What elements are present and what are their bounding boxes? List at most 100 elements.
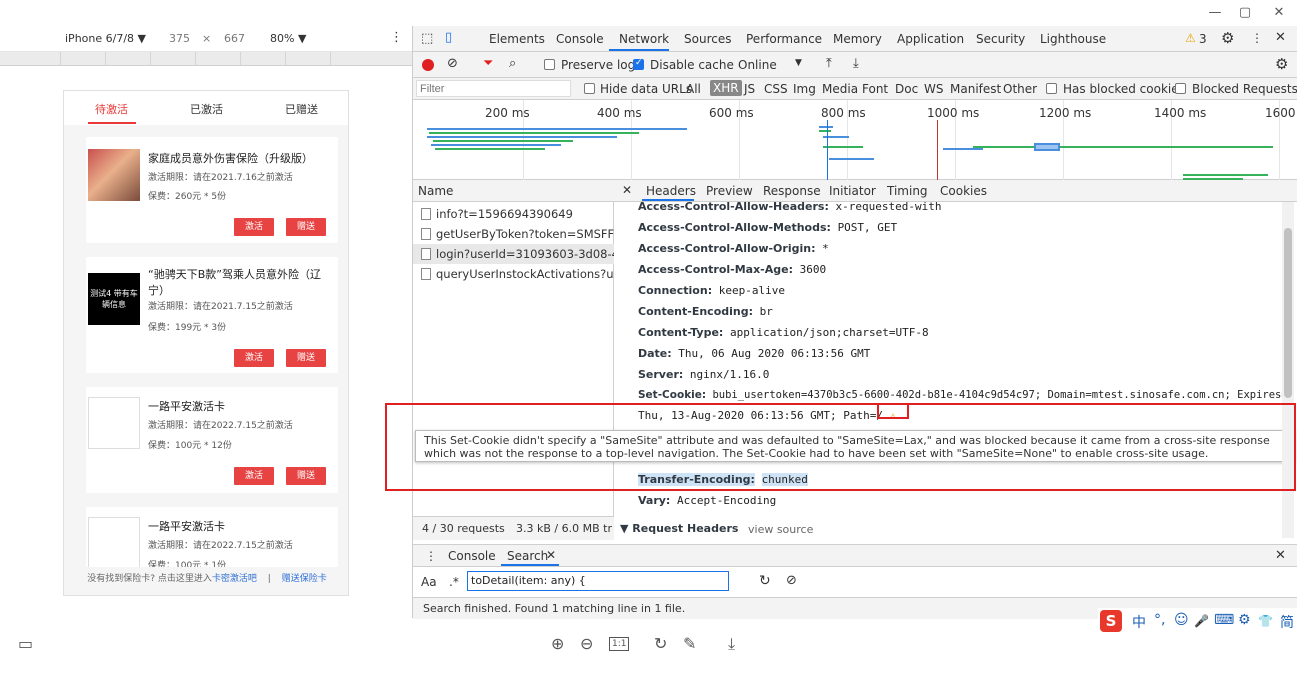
drawer-tab-search[interactable]: Search bbox=[507, 549, 548, 563]
warning-icon[interactable]: ⚠ bbox=[1185, 31, 1196, 45]
ime-chinese-mode[interactable]: 中 bbox=[1132, 612, 1146, 632]
tab-console[interactable]: Console bbox=[556, 32, 604, 46]
filter-all[interactable]: All bbox=[686, 82, 701, 96]
throttling-select[interactable]: Online bbox=[738, 58, 777, 72]
clear-search-icon[interactable]: ⊘ bbox=[786, 573, 797, 588]
settings-icon[interactable]: ⚙ bbox=[1221, 29, 1234, 47]
gift-button[interactable]: 赠送 bbox=[286, 467, 326, 485]
search-input[interactable]: toDetail(item: any) { bbox=[467, 571, 729, 591]
filter-img[interactable]: Img bbox=[793, 82, 816, 96]
tab-initiator[interactable]: Initiator bbox=[829, 184, 876, 198]
zoom-select[interactable]: 80% ▼ bbox=[270, 32, 306, 45]
tab-lighthouse[interactable]: Lighthouse bbox=[1040, 32, 1106, 46]
drawer-menu-icon[interactable]: ⋮ bbox=[425, 549, 437, 563]
request-headers-section[interactable]: ▼ Request Headers bbox=[620, 522, 738, 535]
layout-icon[interactable]: ▭ bbox=[18, 634, 33, 653]
close-drawer-icon[interactable]: ✕ bbox=[1275, 548, 1286, 563]
filter-css[interactable]: CSS bbox=[764, 82, 788, 96]
has-blocked-cookies-checkbox[interactable] bbox=[1046, 83, 1057, 94]
activate-button[interactable]: 激活 bbox=[234, 467, 274, 485]
export-icon[interactable]: ⤓ bbox=[853, 56, 859, 71]
ime-logo-icon[interactable]: S bbox=[1100, 610, 1122, 632]
tab-memory[interactable]: Memory bbox=[833, 32, 882, 46]
search-icon[interactable]: ⌕ bbox=[509, 56, 516, 71]
card-code-link[interactable]: 卡密激活吧 bbox=[212, 574, 257, 584]
preserve-log-checkbox[interactable] bbox=[544, 59, 555, 70]
device-height[interactable]: 667 bbox=[224, 32, 245, 45]
filter-other[interactable]: Other bbox=[1003, 82, 1037, 96]
device-toggle-icon[interactable]: ▯ bbox=[445, 30, 452, 45]
filter-xhr[interactable]: XHR bbox=[710, 80, 742, 96]
ime-punctuation-icon[interactable]: °, bbox=[1154, 612, 1165, 628]
edit-icon[interactable]: ✎ bbox=[683, 634, 696, 653]
ime-tools-icon[interactable]: ⚙ bbox=[1238, 612, 1251, 628]
gift-button[interactable]: 赠送 bbox=[286, 218, 326, 236]
tab-headers[interactable]: Headers bbox=[646, 184, 696, 198]
inspect-icon[interactable]: ⬚ bbox=[421, 31, 433, 46]
refresh-icon[interactable]: ↻ bbox=[759, 573, 771, 589]
import-icon[interactable]: ⤒ bbox=[826, 56, 832, 71]
view-source-link[interactable]: view source bbox=[748, 523, 813, 536]
filter-input[interactable] bbox=[416, 80, 571, 97]
ime-voice-icon[interactable]: 🎤 bbox=[1194, 614, 1209, 628]
zoom-in-icon[interactable]: ⊕ bbox=[551, 634, 564, 653]
network-settings-icon[interactable]: ⚙ bbox=[1275, 55, 1288, 73]
filter-media[interactable]: Media bbox=[822, 82, 858, 96]
device-width[interactable]: 375 bbox=[169, 32, 190, 45]
ime-simplified-icon[interactable]: 简 bbox=[1280, 612, 1294, 632]
gift-card-link[interactable]: 赠送保险卡 bbox=[282, 574, 327, 584]
tab-response[interactable]: Response bbox=[763, 184, 821, 198]
close-search-tab-icon[interactable]: ✕ bbox=[546, 548, 556, 562]
tab-network[interactable]: Network bbox=[619, 32, 669, 46]
activate-button[interactable]: 激活 bbox=[234, 218, 274, 236]
rotate-icon[interactable]: ↻ bbox=[654, 634, 667, 653]
ime-emoji-icon[interactable]: ☺ bbox=[1174, 612, 1189, 628]
clear-icon[interactable]: ⊘ bbox=[447, 56, 458, 71]
actual-size-icon[interactable]: 1:1 bbox=[609, 637, 630, 651]
tab-timing[interactable]: Timing bbox=[887, 184, 928, 198]
name-column-header[interactable]: Name bbox=[413, 180, 614, 202]
details-scrollbar-thumb[interactable] bbox=[1284, 228, 1292, 398]
filter-manifest[interactable]: Manifest bbox=[950, 82, 1001, 96]
tab-pending[interactable]: 待激活 bbox=[64, 101, 159, 117]
close-icon[interactable]: ✕ bbox=[1264, 4, 1294, 22]
tab-security[interactable]: Security bbox=[976, 32, 1025, 46]
gift-button[interactable]: 赠送 bbox=[286, 349, 326, 367]
chevron-down-icon[interactable]: ▼ bbox=[795, 58, 802, 68]
ime-skin-icon[interactable]: 👕 bbox=[1258, 614, 1273, 628]
tab-application[interactable]: Application bbox=[897, 32, 964, 46]
activate-button[interactable]: 激活 bbox=[234, 349, 274, 367]
zoom-out-icon[interactable]: ⊖ bbox=[580, 634, 593, 653]
filter-font[interactable]: Font bbox=[862, 82, 888, 96]
more-options-icon[interactable]: ⋮ bbox=[390, 30, 403, 45]
hide-data-urls-checkbox[interactable] bbox=[584, 83, 595, 94]
close-devtools-icon[interactable]: ✕ bbox=[1275, 30, 1286, 45]
warning-count[interactable]: 3 bbox=[1199, 32, 1207, 46]
filter-js[interactable]: JS bbox=[744, 82, 755, 96]
blocked-requests-checkbox[interactable] bbox=[1175, 83, 1186, 94]
tab-elements[interactable]: Elements bbox=[489, 32, 545, 46]
tab-sources[interactable]: Sources bbox=[684, 32, 731, 46]
filter-ws[interactable]: WS bbox=[924, 82, 943, 96]
filter-icon[interactable]: ⏷ bbox=[483, 56, 493, 71]
match-case-toggle[interactable]: Aa bbox=[421, 575, 437, 589]
request-row[interactable]: info?t=1596694390649 bbox=[413, 204, 614, 224]
request-row[interactable]: queryUserInstockActivations?use... bbox=[413, 264, 614, 284]
tab-preview[interactable]: Preview bbox=[706, 184, 753, 198]
device-select[interactable]: iPhone 6/7/8 ▼ bbox=[65, 32, 146, 45]
request-row[interactable]: getUserByToken?token=SMSFF1... bbox=[413, 224, 614, 244]
ime-keyboard-icon[interactable]: ⌨ bbox=[1214, 612, 1234, 628]
record-icon[interactable] bbox=[422, 59, 434, 71]
regex-toggle[interactable]: .* bbox=[449, 575, 459, 589]
tab-performance[interactable]: Performance bbox=[746, 32, 822, 46]
tab-activated[interactable]: 已激活 bbox=[159, 101, 254, 117]
tab-gifted[interactable]: 已赠送 bbox=[254, 101, 348, 117]
minimize-icon[interactable]: — bbox=[1200, 4, 1230, 22]
drawer-tab-console[interactable]: Console bbox=[448, 549, 496, 563]
restore-icon[interactable]: ▢ bbox=[1230, 4, 1260, 22]
filter-doc[interactable]: Doc bbox=[895, 82, 918, 96]
disable-cache-checkbox[interactable] bbox=[633, 58, 644, 70]
request-row-selected[interactable]: login?userId=31093603-3d08-45... bbox=[413, 244, 614, 264]
close-details-icon[interactable]: ✕ bbox=[622, 183, 632, 197]
tab-cookies[interactable]: Cookies bbox=[940, 184, 987, 198]
